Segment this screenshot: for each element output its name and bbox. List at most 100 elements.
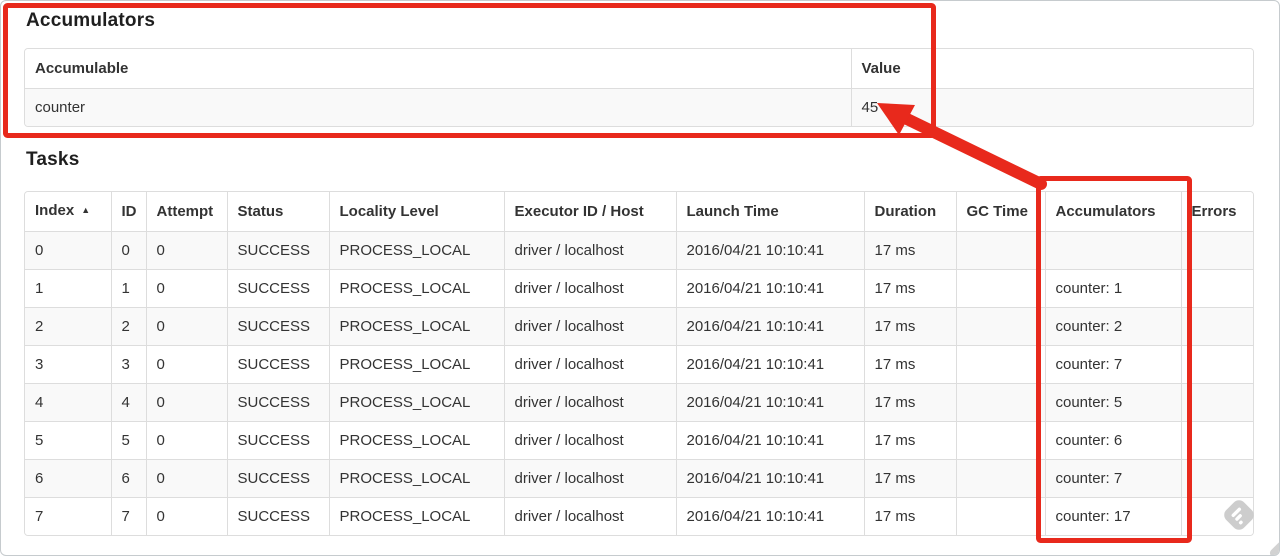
task-errors-cell [1180, 231, 1253, 270]
index-column-header[interactable]: Index ▲ [25, 192, 111, 232]
task-gc-time-cell [955, 383, 1045, 422]
accumulators-table: Accumulable Value counter 45 [24, 48, 1254, 127]
task-accumulators-cell: counter: 6 [1044, 421, 1181, 460]
task-status-cell: SUCCESS [226, 459, 329, 498]
task-status-cell: SUCCESS [226, 383, 329, 422]
accumulators-heading: Accumulators [26, 10, 156, 31]
task-duration-cell: 17 ms [863, 345, 956, 384]
task-attempt-cell: 0 [145, 459, 227, 498]
accumulators-column-header[interactable]: Accumulators [1044, 192, 1181, 232]
accumulable-name-cell: counter [25, 87, 851, 126]
partial-watermark-icon [1268, 540, 1279, 555]
task-launch-time-cell: 2016/04/21 10:10:41 [675, 345, 864, 384]
task-id-cell: 6 [110, 459, 146, 498]
task-duration-cell: 17 ms [863, 307, 956, 346]
task-executor-cell: driver / localhost [503, 269, 676, 308]
accumulable-column-header: Accumulable [25, 49, 851, 88]
task-index-cell: 3 [25, 345, 111, 384]
task-gc-time-cell [955, 421, 1045, 460]
tasks-table: Index ▲ ID Attempt Status Locality Level … [24, 191, 1254, 536]
task-executor-cell: driver / localhost [503, 345, 676, 384]
duration-column-header[interactable]: Duration [863, 192, 956, 232]
task-accumulators-cell: counter: 1 [1044, 269, 1181, 308]
task-gc-time-cell [955, 459, 1045, 498]
task-attempt-cell: 0 [145, 307, 227, 346]
task-attempt-cell: 0 [145, 383, 227, 422]
task-executor-cell: driver / localhost [503, 231, 676, 270]
accumulator-row: counter 45 [25, 87, 1253, 126]
task-id-cell: 3 [110, 345, 146, 384]
task-status-cell: SUCCESS [226, 307, 329, 346]
task-row: 7 7 0 SUCCESS PROCESS_LOCAL driver / loc… [25, 497, 1253, 535]
task-launch-time-cell: 2016/04/21 10:10:41 [675, 421, 864, 460]
task-id-cell: 1 [110, 269, 146, 308]
task-row: 0 0 0 SUCCESS PROCESS_LOCAL driver / loc… [25, 231, 1253, 270]
gc-time-column-header[interactable]: GC Time [955, 192, 1045, 232]
task-status-cell: SUCCESS [226, 345, 329, 384]
task-locality-cell: PROCESS_LOCAL [328, 269, 504, 308]
task-accumulators-cell: counter: 7 [1044, 459, 1181, 498]
launch-time-column-header[interactable]: Launch Time [675, 192, 864, 232]
locality-level-column-header[interactable]: Locality Level [328, 192, 504, 232]
task-index-cell: 7 [25, 497, 111, 535]
task-executor-cell: driver / localhost [503, 421, 676, 460]
task-errors-cell [1180, 459, 1253, 498]
task-attempt-cell: 0 [145, 345, 227, 384]
task-status-cell: SUCCESS [226, 497, 329, 535]
task-locality-cell: PROCESS_LOCAL [328, 383, 504, 422]
accumulator-value-arrow-shaft [901, 113, 1047, 190]
task-id-cell: 7 [110, 497, 146, 535]
accumulable-value-cell: 45 [850, 87, 1253, 126]
task-status-cell: SUCCESS [226, 269, 329, 308]
task-duration-cell: 17 ms [863, 497, 956, 535]
task-accumulators-cell: counter: 17 [1044, 497, 1181, 535]
id-column-header[interactable]: ID [110, 192, 146, 232]
task-attempt-cell: 0 [145, 269, 227, 308]
task-status-cell: SUCCESS [226, 421, 329, 460]
tasks-heading: Tasks [26, 149, 80, 170]
task-row: 4 4 0 SUCCESS PROCESS_LOCAL driver / loc… [25, 383, 1253, 422]
task-index-cell: 5 [25, 421, 111, 460]
task-executor-cell: driver / localhost [503, 307, 676, 346]
task-launch-time-cell: 2016/04/21 10:10:41 [675, 497, 864, 535]
task-row: 3 3 0 SUCCESS PROCESS_LOCAL driver / loc… [25, 345, 1253, 384]
task-errors-cell [1180, 421, 1253, 460]
task-id-cell: 4 [110, 383, 146, 422]
task-errors-cell [1180, 269, 1253, 308]
task-duration-cell: 17 ms [863, 269, 956, 308]
task-status-cell: SUCCESS [226, 231, 329, 270]
task-errors-cell [1180, 307, 1253, 346]
task-executor-cell: driver / localhost [503, 383, 676, 422]
task-errors-cell [1180, 383, 1253, 422]
task-executor-cell: driver / localhost [503, 497, 676, 535]
feedly-watermark-icon [1220, 496, 1258, 539]
tasks-table-header-row: Index ▲ ID Attempt Status Locality Level … [25, 192, 1253, 232]
attempt-column-header[interactable]: Attempt [145, 192, 227, 232]
task-duration-cell: 17 ms [863, 231, 956, 270]
task-row: 6 6 0 SUCCESS PROCESS_LOCAL driver / loc… [25, 459, 1253, 498]
task-accumulators-cell [1044, 231, 1181, 270]
executor-id-host-column-header[interactable]: Executor ID / Host [503, 192, 676, 232]
task-locality-cell: PROCESS_LOCAL [328, 231, 504, 270]
task-accumulators-cell: counter: 2 [1044, 307, 1181, 346]
task-attempt-cell: 0 [145, 421, 227, 460]
task-index-cell: 6 [25, 459, 111, 498]
task-locality-cell: PROCESS_LOCAL [328, 307, 504, 346]
task-locality-cell: PROCESS_LOCAL [328, 345, 504, 384]
task-id-cell: 2 [110, 307, 146, 346]
task-id-cell: 5 [110, 421, 146, 460]
task-locality-cell: PROCESS_LOCAL [328, 421, 504, 460]
task-gc-time-cell [955, 231, 1045, 270]
errors-column-header[interactable]: Errors [1180, 192, 1253, 232]
task-accumulators-cell: counter: 7 [1044, 345, 1181, 384]
spark-ui-stage-page: Accumulators Accumulable Value counter 4… [0, 0, 1280, 556]
status-column-header[interactable]: Status [226, 192, 329, 232]
task-errors-cell [1180, 345, 1253, 384]
accumulators-table-header-row: Accumulable Value [25, 49, 1253, 88]
task-gc-time-cell [955, 345, 1045, 384]
task-duration-cell: 17 ms [863, 421, 956, 460]
task-row: 5 5 0 SUCCESS PROCESS_LOCAL driver / loc… [25, 421, 1253, 460]
task-id-cell: 0 [110, 231, 146, 270]
task-locality-cell: PROCESS_LOCAL [328, 459, 504, 498]
task-index-cell: 4 [25, 383, 111, 422]
